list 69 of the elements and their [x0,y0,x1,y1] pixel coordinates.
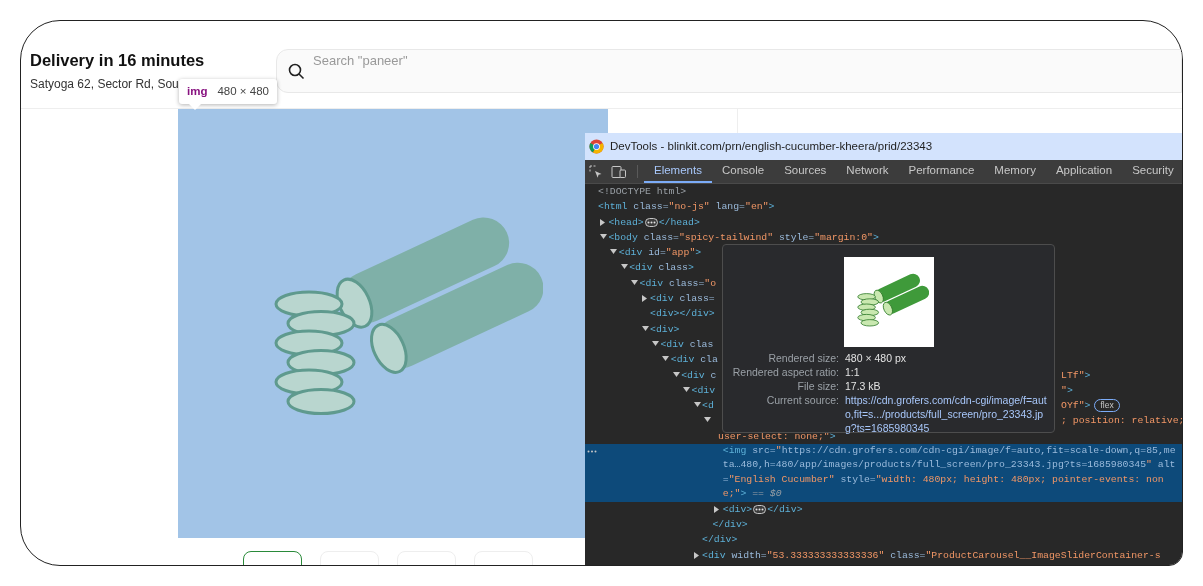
panel-tab[interactable]: Elements [644,160,712,183]
code-line: <div class="o [639,276,717,291]
collapsed-arrow-icon[interactable] [714,505,722,513]
info-label: File size: [796,379,839,393]
code-line: <!DOCTYPE html> [598,185,687,199]
chrome-logo-icon [589,139,604,154]
ellipsis-icon[interactable] [644,217,658,227]
expanded-arrow-icon[interactable] [703,417,711,425]
expanded-arrow-icon[interactable] [620,264,628,272]
expanded-arrow-icon[interactable] [693,402,701,410]
collapsed-arrow-icon[interactable] [599,218,607,226]
code-line: OYf"> [1061,399,1091,414]
expanded-arrow-icon[interactable] [672,371,680,379]
panel-tab[interactable]: Network [836,160,899,183]
code-line: <div width="53.333333333333336" class="ProductCarousel__ImageSliderContainer-s [702,548,1161,563]
code-line: </div> [712,517,748,532]
code-line: ; position: relative; [1061,414,1182,429]
code-line: </head> [658,215,700,230]
delivery-title: Delivery in 16 minutes [30,51,206,70]
element-size: 480 × 480 [217,84,269,99]
ellipsis-icon[interactable] [753,504,767,514]
code-line: </div> [767,502,803,517]
tag-name: img [187,84,208,99]
device-toolbar-icon[interactable] [611,164,627,179]
code-line: <div> [650,322,680,337]
info-value: 480 × 480 px [845,351,906,365]
code-line: <div class> [629,261,694,276]
info-value: 1:1 [845,365,860,379]
code-line: <div id="app"> [618,246,702,261]
code-line: <div c [681,368,717,383]
code-line: <div cla [670,353,718,368]
code-line: <div [691,383,716,398]
more-icon[interactable] [587,450,597,454]
expanded-arrow-icon[interactable] [683,386,691,394]
expanded-arrow-icon[interactable] [651,340,659,348]
code-line: user-select: none;"> [717,429,836,444]
code-line: <div class= [650,292,715,307]
window-title: DevTools - blinkit.com/prn/english-cucumber-kheera/prid/23343 [610,138,933,154]
code-line: <d [702,399,714,414]
expanded-arrow-icon[interactable] [599,233,607,241]
code-line: <html class="no-js" lang="en"> [598,200,775,215]
search-field[interactable]: Search "paneer" [276,49,1182,93]
collapsed-arrow-icon[interactable] [641,295,649,303]
code-line: LTf"> [1061,368,1091,383]
code-line: <div clas [660,337,714,352]
expanded-arrow-icon[interactable] [631,279,639,287]
info-label: Current source: [765,393,839,408]
collapsed-arrow-icon[interactable] [693,551,701,559]
code-line: </div> [702,533,738,548]
panel-tab[interactable]: Application [1045,160,1123,183]
code-line: "> [1061,383,1073,398]
panel-tab[interactable]: Memory [984,160,1046,183]
info-label: Rendered size: [767,351,839,365]
panel-tab[interactable]: Security [1122,160,1182,183]
code-line: <img src="https://cdn.grofers.com/cdn-cgi/image/f=auto,fit=scale-down,q=85,meta…480,h=480/app/images/products/full_screen/pro_23343.jpg?ts=1685980345" alt="English Cucumber" style="width: 480px; height: 480px; pointer-events: none;"> == $0 [722,444,1177,502]
code-line: <div> [722,502,753,517]
expanded-arrow-icon[interactable] [662,356,670,364]
inspect-element-icon[interactable] [589,164,603,179]
info-value: 17.3 kB [845,379,881,393]
source-url-link[interactable]: https://cdn.grofers.com/cdn-cgi/image/f=auto,fit=s.../products/full_screen/pro_23343.jpg?ts=1685980345 [845,393,1051,435]
panel-tab[interactable]: Performance [898,160,985,183]
expanded-arrow-icon[interactable] [610,249,618,257]
code-line: <body class="spicy-tailwind" style="margin:0"> [608,230,879,245]
info-label: Rendered aspect ratio: [731,365,839,379]
code-line: <div></div> [650,307,715,322]
panel-tab[interactable]: Console [711,160,775,183]
code-line: <head> [608,215,644,230]
expanded-arrow-icon[interactable] [641,325,649,333]
panel-tab[interactable]: Sources [774,160,837,183]
